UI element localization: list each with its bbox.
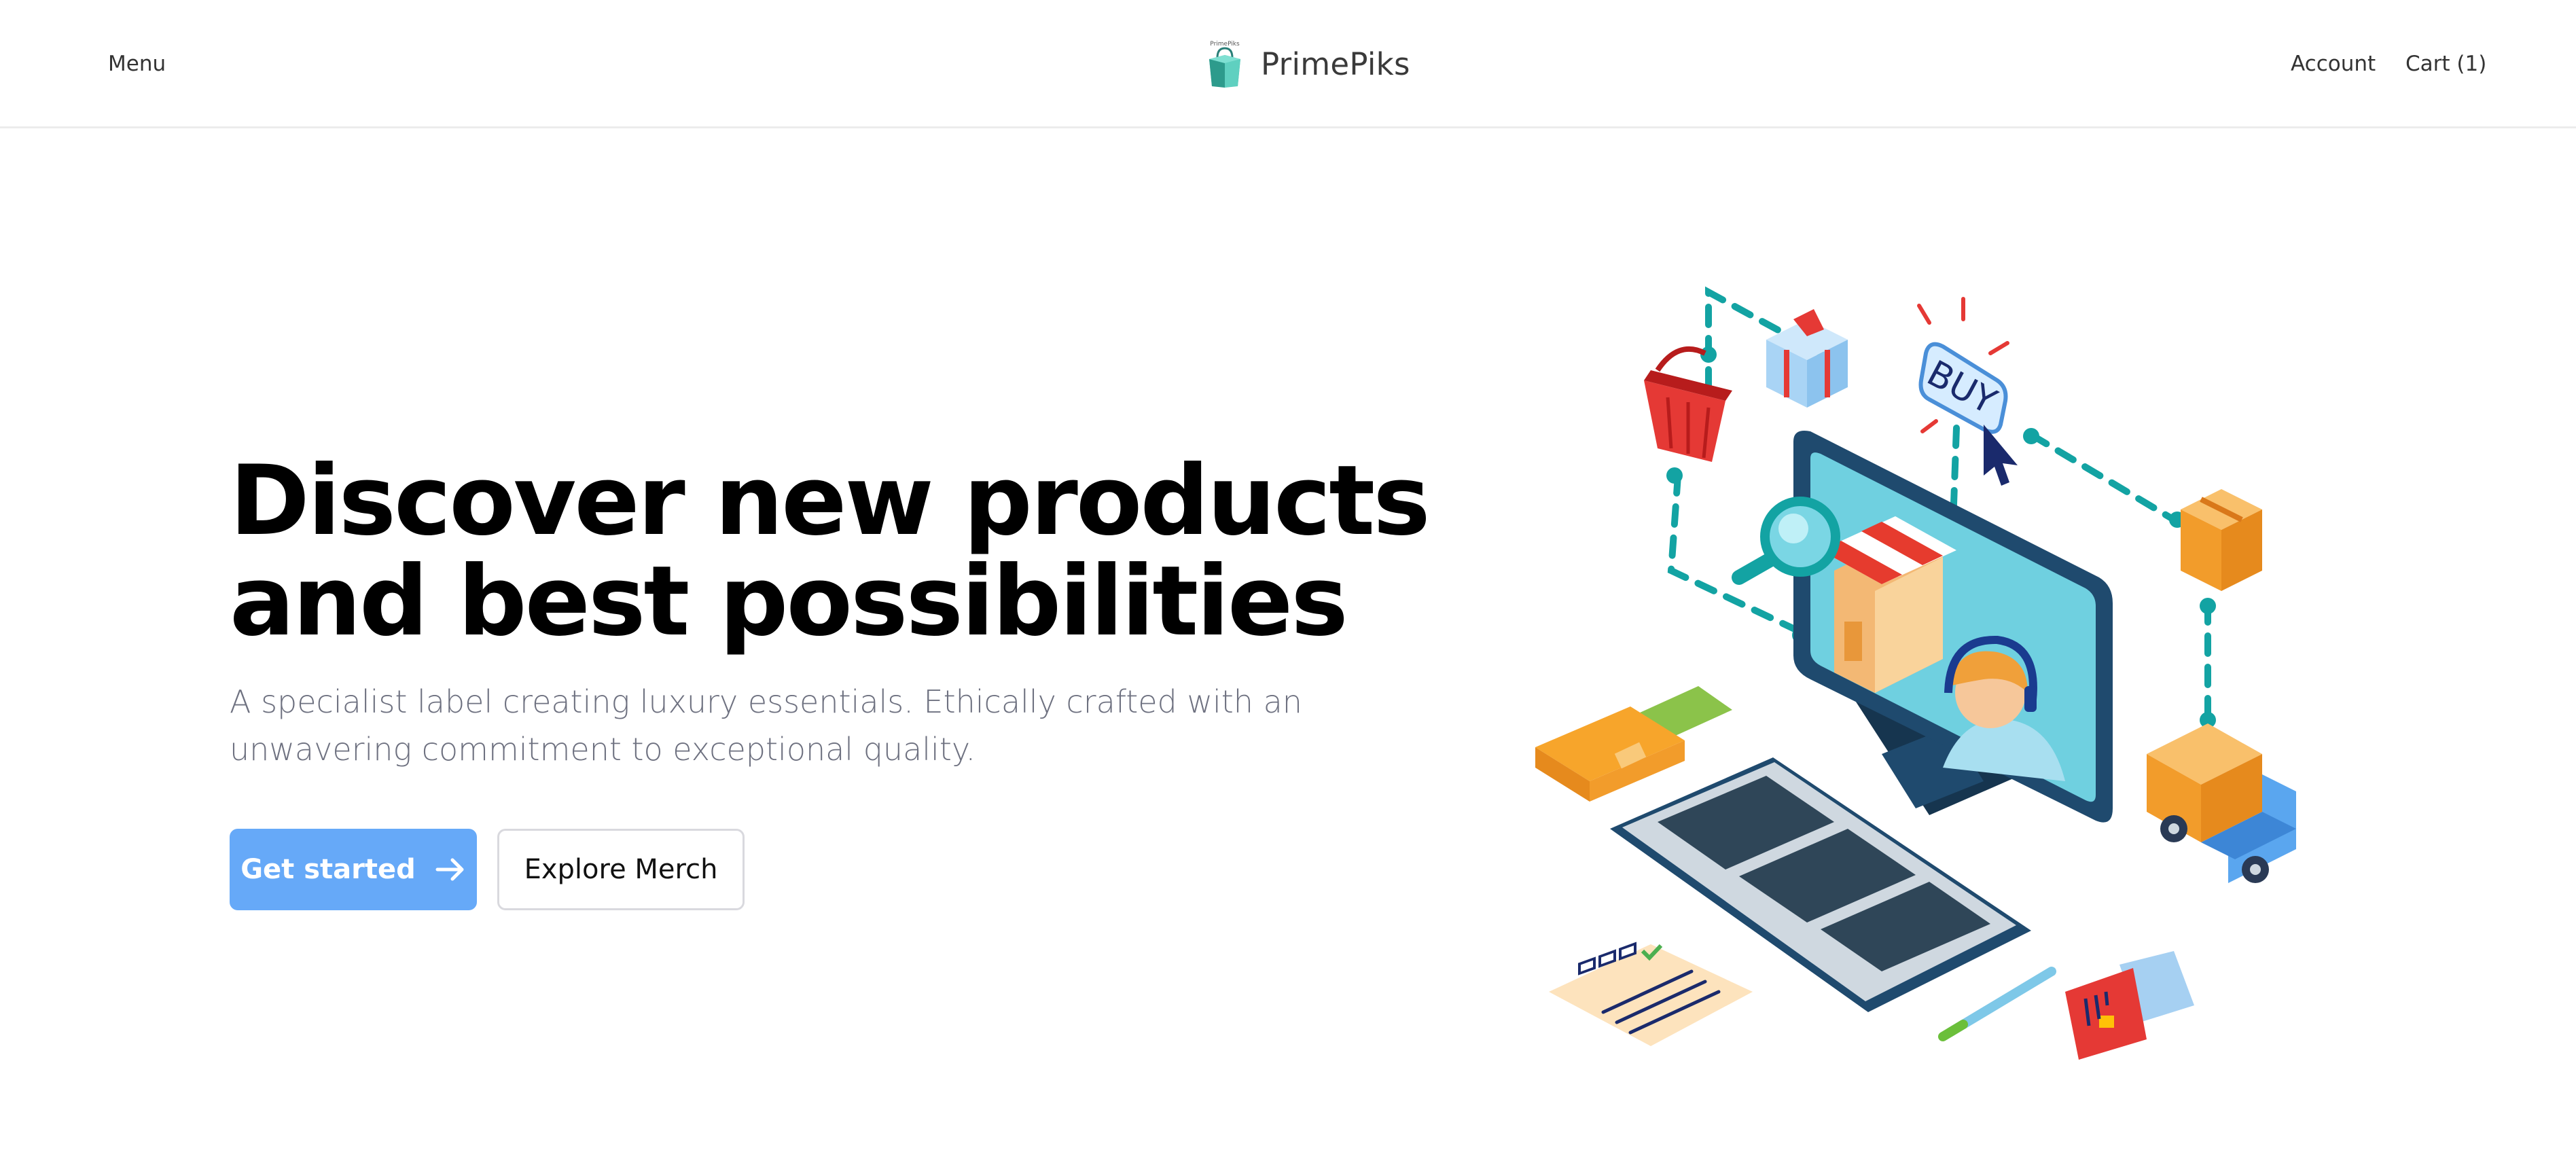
menu-link[interactable]: Menu bbox=[108, 50, 166, 77]
hero-title-line-2: and best possibilities bbox=[230, 545, 1348, 658]
ecommerce-illustration: BUY bbox=[1535, 286, 2296, 1060]
shopping-basket-icon bbox=[1644, 346, 1732, 462]
delivery-truck-icon bbox=[2147, 723, 2296, 883]
hero-title: Discover new products and best possibili… bbox=[230, 445, 1431, 658]
wallet-icon bbox=[1535, 686, 1732, 802]
cart-link[interactable]: Cart (1) bbox=[2405, 50, 2486, 77]
brand-logo-link[interactable]: PrimePiks PrimePiks bbox=[1204, 35, 1410, 92]
brand-logo-text: PrimePiks bbox=[1210, 41, 1240, 48]
cursor-icon bbox=[1984, 425, 2018, 486]
hero-subtitle: A specialist label creating luxury essen… bbox=[230, 683, 1302, 768]
account-link[interactable]: Account bbox=[2291, 50, 2376, 77]
site-header: Menu PrimePiks PrimePiks Account Cart (1… bbox=[0, 0, 2576, 128]
package-box-icon bbox=[2181, 489, 2262, 591]
hero-title-line-1: Discover new products bbox=[230, 445, 1431, 557]
gift-box-icon bbox=[1766, 309, 1848, 408]
explore-merch-label: Explore Merch bbox=[524, 854, 718, 885]
get-started-button[interactable]: Get started bbox=[230, 829, 477, 910]
magnifier-icon bbox=[1732, 497, 1840, 585]
checklist-icon bbox=[1549, 942, 1753, 1046]
arrow-right-icon bbox=[435, 858, 464, 881]
pen-icon bbox=[1938, 967, 2056, 1041]
buy-sign-icon: BUY bbox=[1917, 297, 2009, 434]
brand-name: PrimePiks bbox=[1261, 46, 1410, 82]
shopping-bag-logo-icon: PrimePiks bbox=[1209, 41, 1240, 88]
credit-card-icon bbox=[2065, 951, 2194, 1060]
explore-merch-button[interactable]: Explore Merch bbox=[497, 829, 745, 910]
get-started-label: Get started bbox=[240, 854, 416, 885]
